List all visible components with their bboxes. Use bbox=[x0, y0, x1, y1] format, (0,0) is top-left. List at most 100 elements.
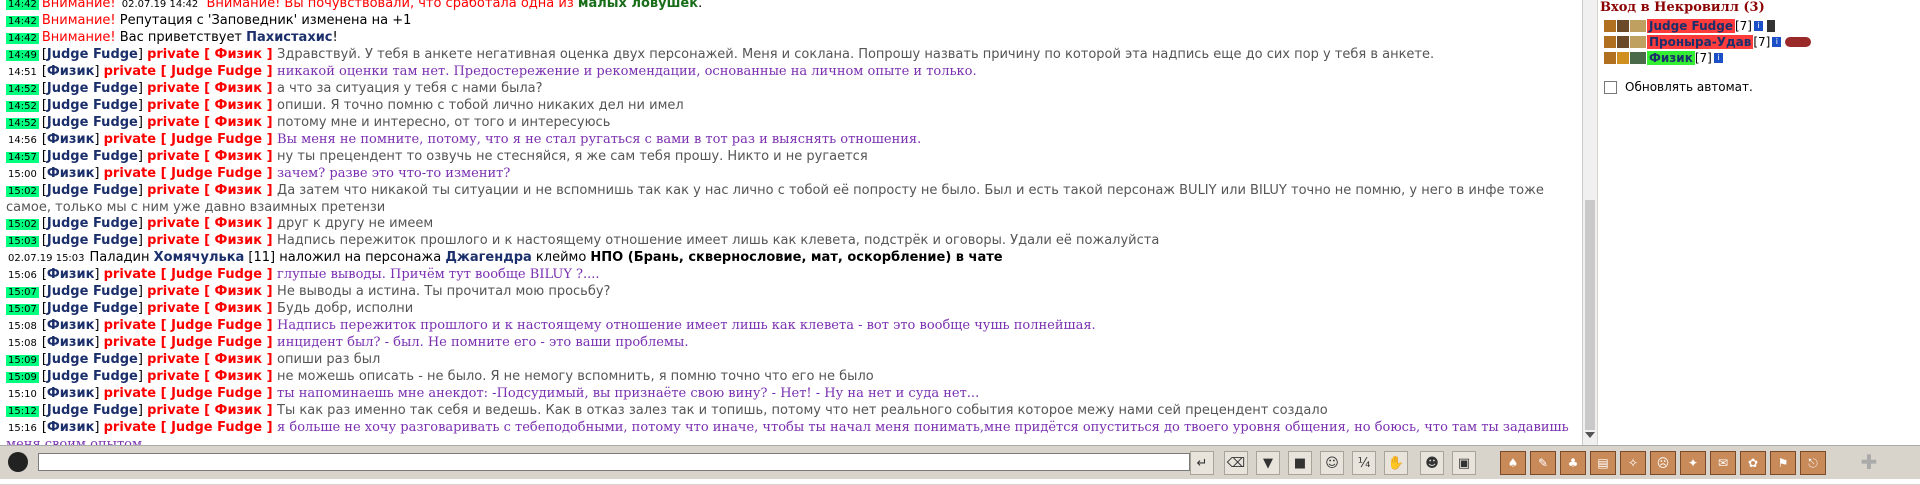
mask-icon[interactable]: ☹ bbox=[1650, 451, 1676, 475]
sender-name[interactable]: Физик bbox=[47, 267, 95, 282]
smiley-menu-icon[interactable] bbox=[8, 452, 28, 472]
map-icon[interactable]: ▣ bbox=[1452, 451, 1476, 475]
recipient-name[interactable]: Judge Fudge bbox=[171, 132, 262, 147]
mail-icon[interactable]: ✿ bbox=[1740, 451, 1766, 475]
sender-name[interactable]: Физик bbox=[47, 64, 95, 79]
recipient-name[interactable]: Физик bbox=[215, 98, 263, 113]
recipient-name[interactable]: Физик bbox=[215, 369, 263, 384]
chest-icon[interactable]: ▤ bbox=[1590, 451, 1616, 475]
chat-message: 15:16 [Физик] private [ Judge Fudge ] я б… bbox=[6, 420, 1576, 445]
sender-name[interactable]: Физик bbox=[47, 420, 95, 435]
recipient-name[interactable]: Judge Fudge bbox=[171, 420, 262, 435]
chat-input[interactable] bbox=[38, 453, 1190, 471]
sender-name[interactable]: Физик bbox=[47, 386, 95, 401]
recipient-name[interactable]: Физик bbox=[215, 183, 263, 198]
system-text: Внимание! bbox=[41, 30, 120, 45]
send-icon[interactable]: ↵ bbox=[1190, 451, 1214, 475]
flag-icon[interactable]: ⚑ bbox=[1770, 451, 1796, 475]
text-format-icon[interactable]: ¼ bbox=[1352, 451, 1376, 475]
user-name[interactable]: Пронырa-Удав bbox=[1647, 35, 1754, 49]
book-icon[interactable]: ✧ bbox=[1620, 451, 1646, 475]
recipient-name[interactable]: Физик bbox=[215, 149, 263, 164]
user-row-1[interactable]: Пронырa-Удав [7] i bbox=[1604, 34, 1812, 50]
sender-name[interactable]: Judge Fudge bbox=[47, 98, 138, 113]
sender-name[interactable]: Judge Fudge bbox=[47, 115, 138, 130]
hand-icon[interactable]: ✋ bbox=[1384, 451, 1408, 475]
user-name[interactable]: Физик bbox=[1647, 51, 1695, 65]
user-row-0[interactable]: Judge Fudge [7] i bbox=[1604, 18, 1776, 34]
recipient-name[interactable]: Физик bbox=[215, 115, 263, 130]
sender-name[interactable]: Judge Fudge bbox=[47, 233, 138, 248]
eraser-icon[interactable]: ⌫ bbox=[1224, 451, 1248, 475]
timestamp: 14:42 bbox=[6, 16, 39, 27]
sender-name[interactable]: Judge Fudge bbox=[47, 149, 138, 164]
smile-icon[interactable]: ☻ bbox=[1420, 451, 1444, 475]
sender-name[interactable]: Judge Fudge bbox=[47, 183, 138, 198]
recipient-name[interactable]: Физик bbox=[215, 233, 263, 248]
scroll-thumb[interactable] bbox=[1585, 200, 1595, 430]
sender-name[interactable]: Judge Fudge bbox=[47, 369, 138, 384]
sender-name[interactable]: Judge Fudge bbox=[47, 284, 138, 299]
recipient-name[interactable]: Физик bbox=[215, 47, 263, 62]
timestamp: 15:06 bbox=[8, 270, 37, 281]
chat-panel: 14:42 Внимание! 02.07.19 14:42 Внимание! … bbox=[0, 0, 1583, 445]
user-name[interactable]: Judge Fudge bbox=[1647, 19, 1735, 33]
recipient-name[interactable]: Judge Fudge bbox=[171, 166, 262, 181]
private-tag: private bbox=[147, 301, 200, 316]
scroll-icon[interactable]: ✎ bbox=[1530, 451, 1556, 475]
auto-refresh-checkbox[interactable] bbox=[1604, 80, 1617, 94]
bag-icon[interactable]: ♣ bbox=[1560, 451, 1586, 475]
sender-name[interactable]: Judge Fudge bbox=[47, 403, 138, 418]
sender-name[interactable]: Judge Fudge bbox=[47, 352, 138, 367]
message-text: Вы меня не помните, потому, что я не ста… bbox=[277, 132, 922, 147]
timestamp: 14:49 bbox=[6, 50, 39, 61]
info-icon[interactable]: i bbox=[1713, 53, 1723, 63]
recipient-name[interactable]: Judge Fudge bbox=[171, 386, 262, 401]
puzzle-icon[interactable]: ✚ bbox=[1858, 450, 1880, 474]
recipient-name[interactable]: Judge Fudge bbox=[171, 335, 262, 350]
recipient-name[interactable]: Judge Fudge bbox=[171, 318, 262, 333]
timestamp: 02.07.19 15:03 bbox=[8, 253, 85, 264]
chat-scrollbar[interactable] bbox=[1582, 0, 1597, 445]
system-text: Внимание! Вы почувствовали, что сработал… bbox=[206, 0, 578, 11]
bracket: ] bbox=[137, 369, 148, 384]
sender-name[interactable]: Judge Fudge bbox=[47, 81, 138, 96]
chat-message: 02.07.19 15:03 Паладин Хомячулька [11] на… bbox=[6, 250, 1576, 267]
recipient-name[interactable]: Физик bbox=[215, 301, 263, 316]
recipient-name[interactable]: Физик bbox=[215, 403, 263, 418]
recipient-name[interactable]: Физик bbox=[215, 284, 263, 299]
compass-icon[interactable]: ✦ bbox=[1680, 451, 1706, 475]
sender-name[interactable]: Физик bbox=[47, 166, 95, 181]
recipient-name[interactable]: Judge Fudge bbox=[171, 64, 262, 79]
info-icon[interactable]: i bbox=[1772, 37, 1782, 47]
sender-name[interactable]: Judge Fudge bbox=[47, 47, 138, 62]
recipient-name[interactable]: Физик bbox=[215, 216, 263, 231]
private-tag: private bbox=[103, 64, 157, 79]
recipient-name[interactable]: Физик bbox=[215, 81, 263, 96]
chat-message: 15:06 [Физик] private [ Judge Fudge ] глу… bbox=[6, 267, 1576, 284]
user-level: [7] bbox=[1753, 35, 1771, 49]
person-icon[interactable]: ☺ bbox=[1320, 451, 1344, 475]
sender-name[interactable]: Judge Fudge bbox=[47, 301, 138, 316]
filter-icon[interactable]: ▼ bbox=[1256, 451, 1280, 475]
recipient-name[interactable]: Judge Fudge bbox=[171, 267, 262, 282]
system-text: Пахистахис bbox=[246, 30, 333, 45]
sender-name[interactable]: Физик bbox=[47, 132, 95, 147]
sender-name[interactable]: Физик bbox=[47, 318, 95, 333]
message-text: Будь добр, исполни bbox=[277, 301, 414, 316]
gift-icon[interactable]: ✉ bbox=[1710, 451, 1736, 475]
user-row-2[interactable]: Физик [7] i bbox=[1604, 50, 1723, 66]
save-icon[interactable]: ■ bbox=[1288, 451, 1312, 475]
info-icon[interactable]: i bbox=[1753, 21, 1763, 31]
auto-refresh-row[interactable]: Обновлять автомат. bbox=[1604, 80, 1753, 94]
private-tag: private bbox=[103, 318, 157, 333]
scroll-down-arrow-icon[interactable] bbox=[1585, 432, 1595, 438]
sender-name[interactable]: Физик bbox=[47, 335, 95, 350]
sender-name[interactable]: Judge Fudge bbox=[47, 216, 138, 231]
recipient-name[interactable]: Физик bbox=[215, 352, 263, 367]
exit-icon[interactable]: ⎋ bbox=[1800, 451, 1826, 475]
potion-icon[interactable]: ♠ bbox=[1500, 451, 1526, 475]
private-tag: private bbox=[103, 132, 157, 147]
chat-message: 15:07 [Judge Fudge] private [ Физик ] Не … bbox=[6, 284, 1576, 301]
user-level: [7] bbox=[1734, 19, 1752, 33]
